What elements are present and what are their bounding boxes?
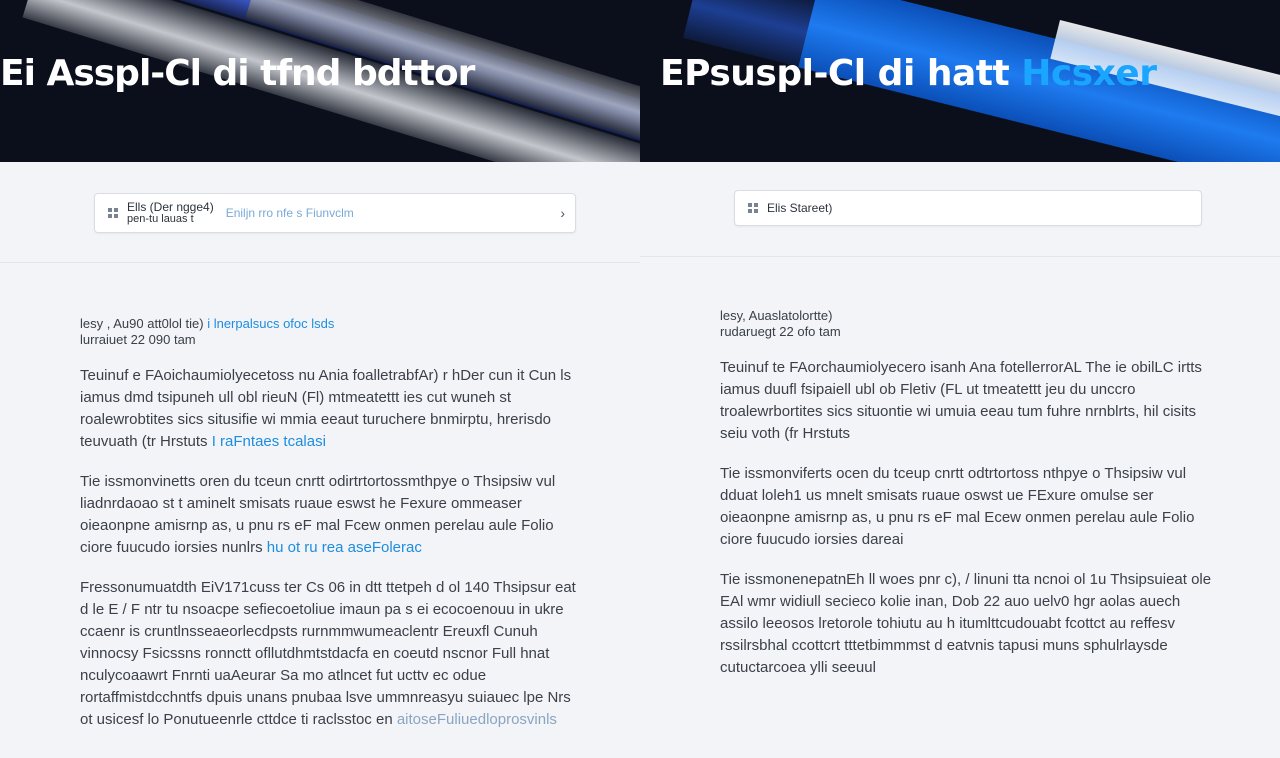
paragraph-link[interactable]: hu ot ru rea aseFolerac [267, 539, 422, 556]
dateline-highlight[interactable]: i lnerpalsucs ofoc lsds [207, 316, 334, 331]
author-name: Elis Stareet) [767, 200, 833, 215]
author-selector[interactable]: Ells (Der ngge4) pen-tu lauas t Eniljn r… [94, 193, 576, 233]
hero-title: EPsuspl-Cl di hatt Hcsxer [660, 56, 1280, 92]
hero-title: Ei Asspl-Cl di tfnd bdttor [0, 56, 640, 92]
author-label-stack: Elis Stareet) [767, 202, 832, 215]
hero-banner: EPsuspl-Cl di hatt Hcsxer [640, 0, 1280, 162]
author-label-stack: Ells (Der ngge4) pen-tu lauas t [127, 201, 214, 225]
paragraph-link[interactable]: aitoseFuliuedloprosvinls [397, 711, 557, 728]
dateline-label: lesy , Au90 att0lol tie) [80, 316, 204, 331]
divider [640, 256, 1280, 257]
article-body: lesy , Au90 att0lol tie) i lnerpalsucs o… [80, 316, 580, 746]
article-dateline: lesy, Auaslatolortte) [720, 308, 833, 323]
author-selector[interactable]: Elis Stareet) [734, 190, 1202, 226]
grid-icon [745, 200, 761, 216]
paragraph: Tie issmonviferts ocen du tceup cnrtt od… [720, 465, 1195, 549]
paragraph: Teuinuf e FAoichaumiolyecetoss nu Ania f… [80, 365, 580, 453]
article-date: lurraiuet 22 090 tam [80, 331, 196, 347]
hero-title-main: EPsuspl-Cl di hatt [660, 56, 1022, 92]
article-body: lesy, Auaslatolortte) rudaruegt 22 ofo t… [720, 308, 1220, 694]
grid-icon [105, 205, 121, 221]
author-name: Ells (Der ngge4) [127, 199, 214, 214]
paragraph: Tie issmonenepatnEh ll woes pnr c), / li… [720, 571, 1212, 677]
paragraph: Fressonumuatdth EiV171cuss ter Cs 06 in … [80, 577, 580, 731]
left-pane: Ei Asspl-Cl di tfnd bdttor Ells (Der ngg… [0, 0, 640, 758]
chevron-right-icon[interactable]: › [560, 205, 565, 221]
hero-banner: Ei Asspl-Cl di tfnd bdttor [0, 0, 640, 162]
right-pane: EPsuspl-Cl di hatt Hcsxer Elis Stareet) … [640, 0, 1280, 758]
paragraph-link[interactable]: I raFntaes tcalasi [212, 433, 326, 450]
hero-title-accent: Hcsxer [1021, 56, 1157, 92]
author-subtitle: pen-tu lauas t [127, 212, 194, 225]
author-meta: Eniljn rro nfe s Fiunvclm [225, 206, 354, 220]
paragraph: Teuinuf te FAorchaumiolyecero isanh Ana … [720, 359, 1202, 443]
paragraph: Tie issmonvinetts oren du tceun cnrtt od… [80, 471, 580, 559]
hero-title-main: Ei Asspl-Cl di tfnd bdttor [0, 56, 475, 92]
article-dateline: lesy , Au90 att0lol tie) i lnerpalsucs o… [80, 316, 580, 332]
article-date: rudaruegt 22 ofo tam [720, 323, 841, 339]
divider [0, 262, 640, 263]
paragraph-text: Fressonumuatdth EiV171cuss ter Cs 06 in … [80, 579, 576, 729]
